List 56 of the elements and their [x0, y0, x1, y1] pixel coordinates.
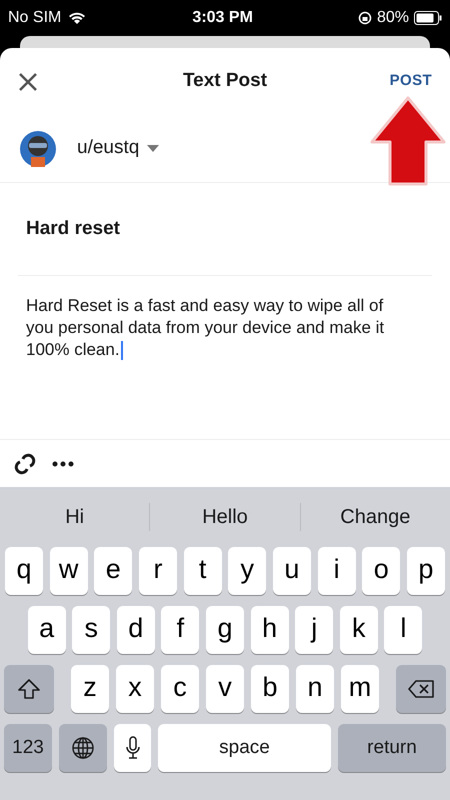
- globe-icon: [71, 736, 95, 760]
- backspace-key[interactable]: [396, 665, 446, 713]
- key[interactable]: y: [228, 547, 266, 595]
- microphone-key[interactable]: [114, 724, 151, 772]
- space-key[interactable]: space: [158, 724, 331, 772]
- time-text: 3:03 PM: [192, 8, 253, 28]
- rotation-lock-icon: [358, 11, 372, 25]
- key[interactable]: n: [296, 665, 334, 713]
- up-arrow-icon: [370, 96, 446, 186]
- key[interactable]: h: [250, 606, 289, 654]
- globe-key[interactable]: [59, 724, 107, 772]
- key[interactable]: a: [28, 606, 66, 654]
- key[interactable]: k: [340, 606, 378, 654]
- key[interactable]: w: [50, 547, 88, 595]
- key[interactable]: u: [272, 547, 311, 595]
- carrier-text: No SIM: [8, 8, 62, 28]
- close-icon[interactable]: [18, 72, 38, 92]
- post-body: Hard Reset is a fast and easy way to wipe all of you personal data from your device and make it 100% clean.: [26, 295, 386, 361]
- suggestion[interactable]: Hi: [65, 502, 84, 532]
- key[interactable]: i: [318, 547, 356, 595]
- key[interactable]: p: [406, 547, 445, 595]
- key[interactable]: b: [251, 665, 289, 713]
- microphone-icon: [126, 736, 140, 760]
- key[interactable]: g: [206, 606, 244, 654]
- backspace-icon: [407, 679, 435, 699]
- key[interactable]: d: [116, 606, 155, 654]
- numbers-key[interactable]: 123: [4, 724, 52, 772]
- caret-icon: [147, 144, 160, 152]
- key[interactable]: z: [71, 665, 109, 713]
- account-selector[interactable]: u/eustq: [77, 134, 160, 163]
- key[interactable]: o: [362, 547, 400, 595]
- suggestion[interactable]: Hello: [202, 502, 248, 532]
- key[interactable]: q: [5, 547, 43, 595]
- return-key[interactable]: return: [338, 724, 446, 772]
- avatar-icon: [20, 130, 56, 166]
- screen-title: Text Post: [182, 69, 268, 94]
- post-button[interactable]: POST: [390, 70, 432, 93]
- shift-icon: [17, 678, 41, 700]
- key[interactable]: t: [184, 547, 222, 595]
- key[interactable]: j: [295, 606, 334, 654]
- key[interactable]: e: [94, 547, 132, 595]
- battery-percent: 80%: [376, 8, 409, 28]
- shift-key[interactable]: [4, 665, 54, 713]
- wifi-icon: [67, 11, 88, 25]
- key[interactable]: r: [138, 547, 177, 595]
- key[interactable]: m: [341, 665, 379, 713]
- battery-icon: [414, 11, 442, 25]
- key[interactable]: s: [72, 606, 110, 654]
- key[interactable]: f: [161, 606, 200, 654]
- key[interactable]: l: [384, 606, 422, 654]
- more-icon[interactable]: [52, 460, 74, 466]
- key[interactable]: x: [116, 665, 154, 713]
- key[interactable]: c: [161, 665, 199, 713]
- key[interactable]: v: [206, 665, 244, 713]
- suggestion[interactable]: Change: [340, 502, 410, 532]
- post-title: Hard reset: [26, 216, 120, 241]
